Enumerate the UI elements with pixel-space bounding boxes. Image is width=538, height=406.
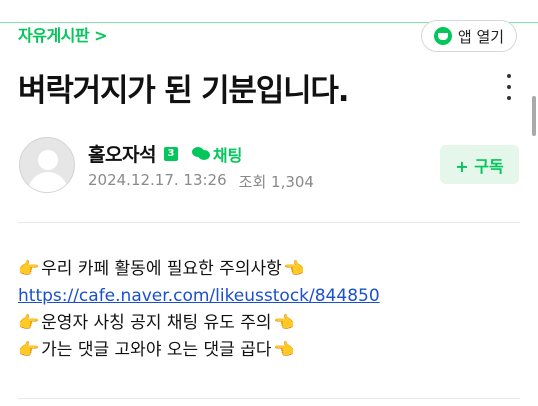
content-divider-top <box>18 222 520 223</box>
content-line: 👉 우리 카페 활동에 필요한 주의사항 👉 <box>18 256 380 283</box>
content-line: 👉 운영자 사칭 공지 채팅 유도 주의 👉 <box>18 310 380 337</box>
board-breadcrumb-link[interactable]: 자유게시판 > <box>18 22 108 46</box>
more-options-icon[interactable] <box>500 74 518 100</box>
open-app-label: 앱 열기 <box>457 27 505 46</box>
pointing-hand-icon: 👉 <box>18 259 40 279</box>
content-line: https://cafe.naver.com/likeusstock/84485… <box>18 283 380 310</box>
avatar[interactable] <box>19 137 75 193</box>
content-text: 운영자 사칭 공지 채팅 유도 주의 <box>41 313 272 333</box>
pointing-hand-icon: 👉 <box>283 259 305 279</box>
member-level-badge: 3 <box>163 146 178 161</box>
content-line: 👉 가는 댓글 고와야 오는 댓글 곱다 👉 <box>18 337 380 364</box>
content-link[interactable]: https://cafe.naver.com/likeusstock/84485… <box>18 283 380 310</box>
content-divider-bottom <box>18 398 520 399</box>
content-text: 우리 카페 활동에 필요한 주의사항 <box>41 259 282 279</box>
scrollbar[interactable] <box>532 96 536 136</box>
author-name[interactable]: 홀오자석 <box>88 140 156 167</box>
chat-bubble-icon <box>191 146 210 161</box>
chat-button[interactable]: 채팅 <box>191 142 243 166</box>
pointing-hand-icon: 👉 <box>273 340 295 360</box>
post-content: 👉 우리 카페 활동에 필요한 주의사항 👉 https://cafe.nave… <box>18 256 380 364</box>
open-app-button[interactable]: 앱 열기 <box>421 20 517 52</box>
content-text: 가는 댓글 고와야 오는 댓글 곱다 <box>41 340 272 360</box>
cafe-cup-icon <box>433 27 452 45</box>
post-date: 2024.12.17. 13:26 <box>88 171 227 189</box>
pointing-hand-icon: 👉 <box>18 340 40 360</box>
chat-label: 채팅 <box>212 145 243 165</box>
post-meta: 2024.12.17. 13:26 조회 1,304 <box>88 171 314 192</box>
pointing-hand-icon: 👉 <box>18 313 40 333</box>
view-count: 조회 1,304 <box>238 173 314 191</box>
post-title: 벼락거지가 된 기분입니다. <box>18 73 349 109</box>
pointing-hand-icon: 👉 <box>273 313 295 333</box>
subscribe-button[interactable]: + 구독 <box>440 145 519 184</box>
author-row: 홀오자석 3 채팅 <box>88 140 242 167</box>
